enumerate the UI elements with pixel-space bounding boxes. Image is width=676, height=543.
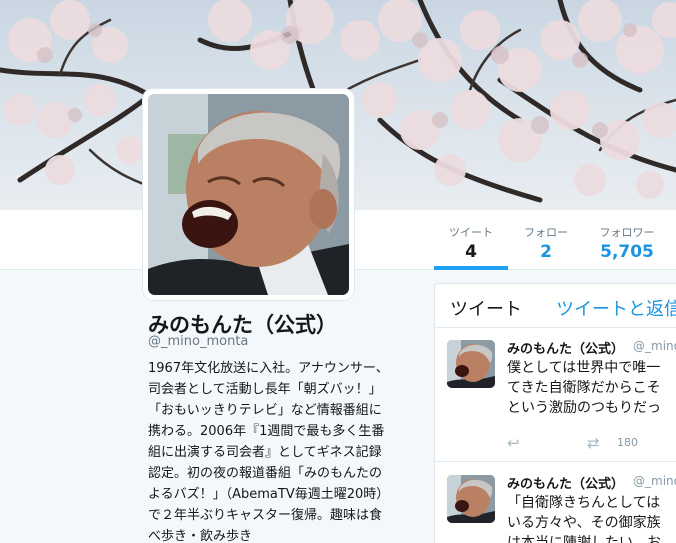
tweet-text-line: は本当に陳謝したい。お: [507, 535, 661, 543]
bio-line: 認定。初の夜の報道番組「みのもんたの: [148, 466, 383, 481]
following-label: フォロー: [524, 226, 568, 239]
tweets-count-tab[interactable]: ツイート 4: [434, 210, 508, 270]
bio-line: で２年半ぶりキャスター復帰。趣味は食: [148, 508, 383, 523]
tweet-item[interactable]: みのもんた（公式） @_mino 僕としては世界中で唯一 てきた自衛隊だからこそ…: [435, 328, 676, 462]
bio-line: 組に出演する司会者』としてギネス記録: [148, 445, 382, 460]
followers-value: 5,705: [600, 242, 654, 262]
tweet-author-name[interactable]: みのもんた（公式）: [507, 473, 624, 492]
profile-bio: 1967年文化放送に入社。アナウンサー、 司会者として活動し長年「朝ズバッ！」 …: [148, 358, 410, 543]
tweet-text-line: てきた自衛隊だからこそ: [507, 380, 661, 396]
retweet-count: 180: [617, 436, 638, 449]
tweet-author-handle: @_mino: [633, 339, 676, 353]
avatar-photo: [148, 94, 349, 295]
timeline: ツイート ツイートと返信 みのもんた（公式） @_mino 僕としては世界中で唯…: [434, 283, 676, 543]
followers-label: フォロワー: [599, 226, 655, 239]
profile-avatar[interactable]: [143, 89, 354, 300]
tweet-text-line: 「自衛隊きちんとしては: [507, 495, 661, 511]
tweets-label: ツイート: [449, 226, 493, 239]
tweet-text: 「自衛隊きちんとしては いる方々や、その御家族 は本当に陳謝したい。お: [507, 493, 676, 543]
tweet-text-line: という激励のつもりだっ: [507, 400, 661, 416]
tweet-item[interactable]: みのもんた（公式） @_mino 「自衛隊きちんとしては いる方々や、その御家族…: [435, 463, 676, 543]
tweet-author-name[interactable]: みのもんた（公式）: [507, 338, 624, 357]
followers-count-tab[interactable]: フォロワー 5,705: [586, 210, 668, 270]
following-count-tab[interactable]: フォロー 2: [510, 210, 582, 270]
profile-handle[interactable]: @_mino_monta: [148, 334, 248, 349]
tab-tweets[interactable]: ツイート: [450, 295, 522, 321]
tweet-actions: ↩ ⇄ 180 ♥: [507, 434, 676, 452]
reply-icon[interactable]: ↩: [507, 434, 520, 452]
tweet-avatar[interactable]: [447, 340, 495, 388]
tweet-author-handle: @_mino: [633, 474, 676, 488]
tweet-text-line: 僕としては世界中で唯一: [507, 360, 661, 376]
timeline-tabs: ツイート ツイートと返信: [435, 284, 676, 328]
bio-line: 「おもいッきりテレビ」など情報番組に: [148, 403, 382, 418]
bio-line: 司会者として活動し長年「朝ズバッ！」: [148, 382, 382, 397]
following-value: 2: [540, 242, 552, 262]
retweet-icon[interactable]: ⇄: [587, 434, 600, 452]
bio-line: べ歩き・飲み歩き: [148, 529, 253, 543]
bio-line: よるバズ！」（AbemaTV毎週土曜20時）: [148, 487, 390, 502]
tweet-avatar[interactable]: [447, 475, 495, 523]
tweets-value: 4: [465, 242, 477, 262]
tweet-text: 僕としては世界中で唯一 てきた自衛隊だからこそ という激励のつもりだっ: [507, 358, 676, 418]
tab-tweets-and-replies[interactable]: ツイートと返信: [556, 295, 676, 321]
bio-line: 携わる。2006年『1週間で最も多く生番: [148, 424, 385, 439]
bio-line: 1967年文化放送に入社。アナウンサー、: [148, 361, 389, 376]
tweet-text-line: いる方々や、その御家族: [507, 515, 661, 531]
